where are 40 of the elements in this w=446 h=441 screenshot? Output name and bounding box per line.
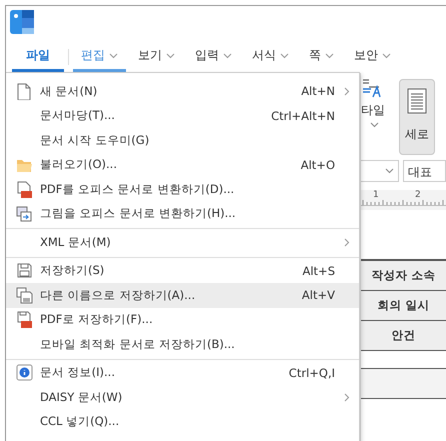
ruler-number: 1 <box>373 190 379 200</box>
menu-tab[interactable]: 보안 <box>346 42 399 72</box>
page-icon <box>16 82 32 100</box>
menu-item[interactable]: PDF로 저장하기(F)... <box>6 308 359 332</box>
chevron-down-icon <box>385 168 394 174</box>
menu-item[interactable]: DAISY 문서(W) <box>6 385 359 410</box>
menu-item[interactable]: 문서마당(T)... Ctrl+Alt+N <box>6 104 359 128</box>
portrait-button[interactable]: 세로 <box>399 79 435 155</box>
table-cell: 회의 일시 <box>361 291 446 321</box>
app-logo-icon <box>10 10 34 34</box>
text-style-icon[interactable] <box>361 79 383 99</box>
menu-item[interactable]: 모바일 최적화 문서로 저장하기(B)... <box>6 332 359 356</box>
menu-item[interactable]: 문서 정보(I)... Ctrl+Q,I <box>6 360 359 385</box>
menu-item[interactable]: 불러오기(O)... Alt+O <box>6 152 359 177</box>
image-convert-icon <box>16 205 32 222</box>
menu-item[interactable]: 그림을 오피스 문서로 변환하기(H)... <box>6 202 359 226</box>
style-field[interactable]: 대표 <box>403 160 446 182</box>
ruler-number: 2 <box>415 190 421 200</box>
page-icon <box>407 88 427 114</box>
menu-item[interactable]: 다른 이름으로 저장하기(A)... Alt+V <box>6 283 359 308</box>
dropdown-field[interactable] <box>361 160 399 182</box>
table-cell: 작성자 소속 <box>361 261 446 291</box>
table-cell: 안건 <box>361 321 446 351</box>
menu-tab[interactable]: 입력 <box>187 42 240 72</box>
menu-item[interactable]: 문서 시작 도우미(G) <box>6 128 359 152</box>
save-icon <box>16 262 32 280</box>
menu-item[interactable]: 저장하기(S) Alt+S <box>6 258 359 283</box>
pdf-save-icon <box>16 311 32 328</box>
menu-item[interactable]: 새 문서(N) Alt+N <box>6 79 359 104</box>
pdf-file-icon <box>16 180 32 198</box>
menu-item[interactable]: XML 문서(M) <box>6 230 359 254</box>
menu-tab[interactable]: 서식 <box>244 42 297 72</box>
save-as-icon <box>16 286 32 304</box>
menu-item[interactable]: PDF를 오피스 문서로 변환하기(D)... <box>6 177 359 202</box>
style-label[interactable]: 타일 <box>361 102 385 119</box>
info-icon <box>16 364 32 382</box>
menu-tab[interactable]: 쪽 <box>301 42 342 72</box>
menu-item[interactable]: CCL 넣기(Q)... <box>6 410 359 434</box>
chevron-down-icon[interactable] <box>370 122 379 128</box>
menu-tab[interactable]: 보기 <box>130 42 183 72</box>
